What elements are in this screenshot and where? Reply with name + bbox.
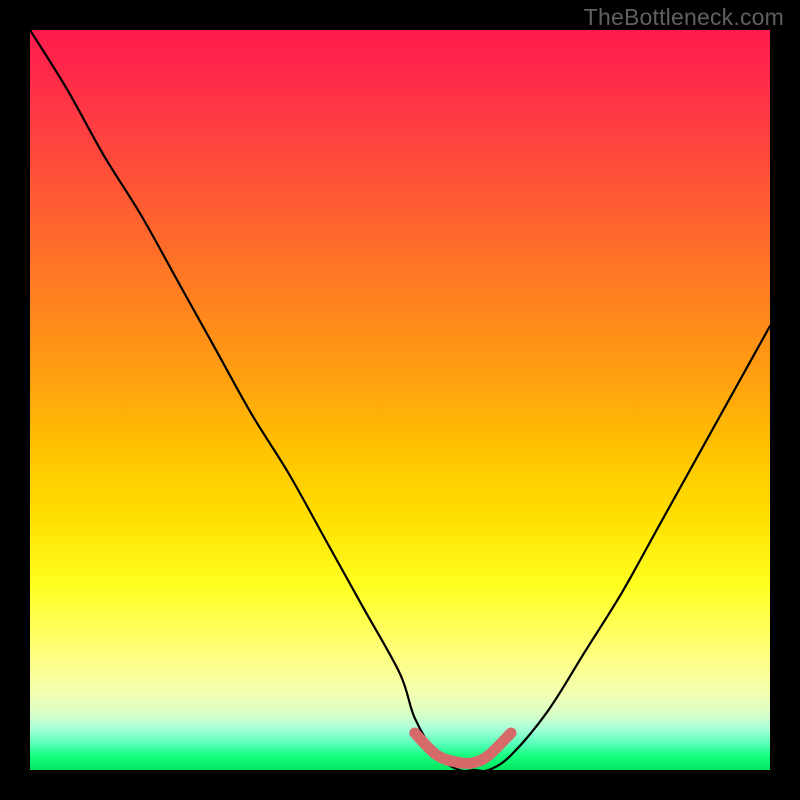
curve-layer	[30, 30, 770, 770]
bottleneck-chart-root: TheBottleneck.com	[0, 0, 800, 800]
optimal-band-line	[415, 733, 511, 764]
bottleneck-curve-line	[30, 30, 770, 770]
plot-area	[30, 30, 770, 770]
watermark-label: TheBottleneck.com	[584, 4, 784, 31]
